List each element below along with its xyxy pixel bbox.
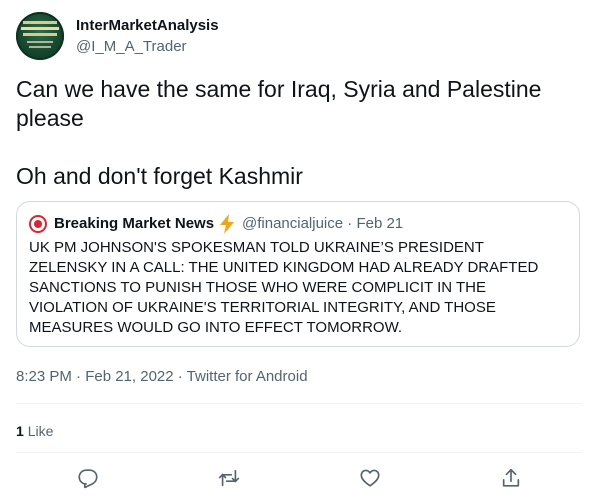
- share-icon: [502, 468, 520, 487]
- retweet-button[interactable]: [217, 466, 241, 490]
- author-name[interactable]: InterMarketAnalysis: [76, 17, 219, 35]
- quoted-tweet[interactable]: Breaking Market News @financialjuice · F…: [16, 201, 580, 347]
- divider: [16, 452, 582, 453]
- quoted-handle-date: @financialjuice · Feb 21: [242, 215, 404, 232]
- tweet-text-line1: Can we have the same for Iraq, Syria and…: [16, 76, 542, 131]
- tweet-card: InterMarketAnalysis @I_M_A_Trader Can we…: [0, 0, 598, 503]
- lightning-bolt-icon: [218, 214, 236, 234]
- heart-icon: [360, 469, 380, 487]
- share-button[interactable]: [499, 466, 523, 490]
- tweet-text-line2: Oh and don't forget Kashmir: [16, 163, 303, 189]
- reply-icon: [78, 469, 98, 489]
- author-handle[interactable]: @I_M_A_Trader: [76, 38, 187, 56]
- likes-count: 1: [16, 423, 24, 439]
- author-avatar[interactable]: [16, 12, 64, 60]
- tweet-timestamp[interactable]: 8:23 PM · Feb 21, 2022 · Twitter for And…: [16, 368, 308, 386]
- likes-label: Like: [27, 423, 54, 439]
- like-button[interactable]: [358, 466, 382, 490]
- divider: [16, 403, 582, 404]
- retweet-icon: [218, 469, 240, 487]
- quoted-author-name: Breaking Market News: [54, 215, 215, 232]
- tweet-text: Can we have the same for Iraq, Syria and…: [16, 75, 576, 191]
- quoted-avatar: [29, 215, 47, 233]
- reply-button[interactable]: [76, 466, 100, 490]
- likes-stat[interactable]: 1 Like: [16, 422, 53, 440]
- quoted-text: UK PM JOHNSON'S SPOKESMAN TOLD UKRAINE’S…: [29, 239, 539, 336]
